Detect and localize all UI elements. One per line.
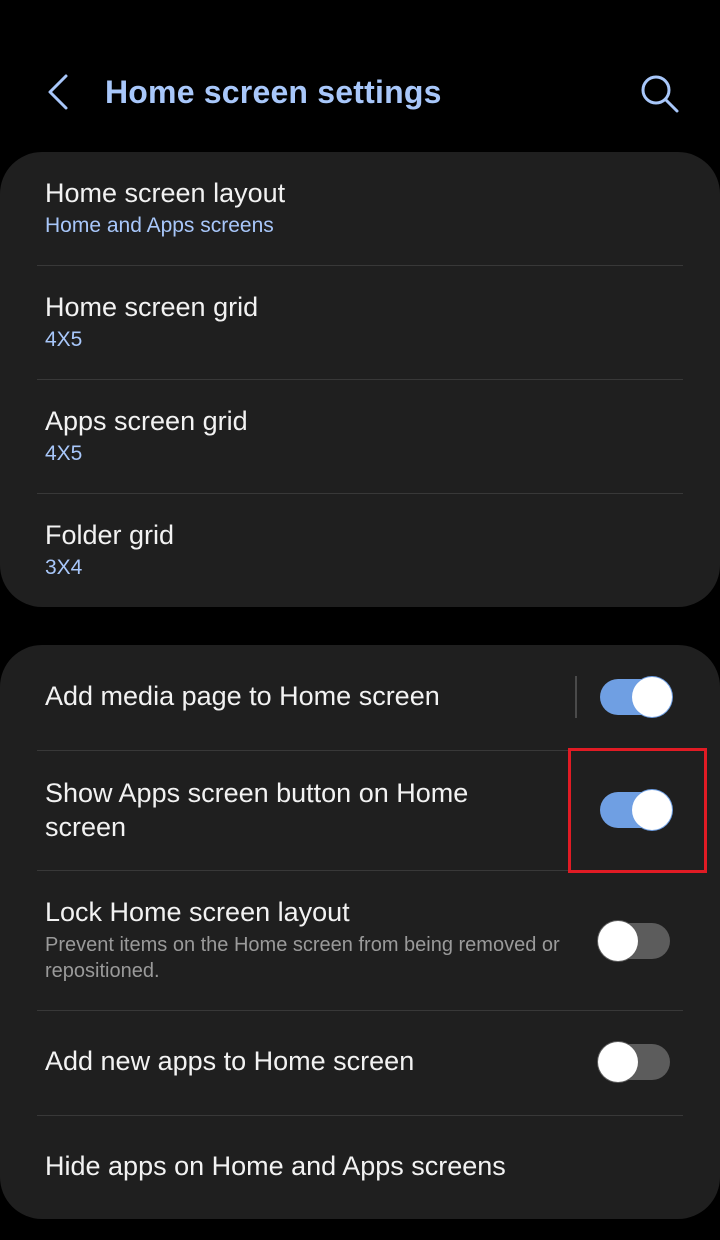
setting-apps-screen-grid[interactable]: Apps screen grid 4X5 bbox=[0, 380, 720, 493]
setting-home-screen-layout[interactable]: Home screen layout Home and Apps screens bbox=[0, 152, 720, 265]
setting-title: Lock Home screen layout bbox=[45, 897, 350, 927]
add-new-apps-toggle[interactable] bbox=[598, 1042, 670, 1082]
add-media-page-toggle[interactable] bbox=[600, 677, 672, 717]
vertical-separator bbox=[575, 676, 577, 718]
toggle-knob bbox=[632, 677, 672, 717]
toggle-knob bbox=[598, 921, 638, 961]
setting-value: 4X5 bbox=[45, 442, 83, 465]
toggle-knob bbox=[598, 1042, 638, 1082]
setting-title: Apps screen grid bbox=[45, 406, 248, 436]
app-bar: Home screen settings bbox=[0, 0, 720, 150]
setting-folder-grid[interactable]: Folder grid 3X4 bbox=[0, 494, 720, 607]
back-button[interactable] bbox=[38, 70, 82, 114]
setting-title: Show Apps screen button on Home screen bbox=[45, 778, 469, 842]
page-title: Home screen settings bbox=[105, 74, 442, 110]
setting-value: Home and Apps screens bbox=[45, 214, 274, 237]
setting-add-media-page[interactable]: Add media page to Home screen bbox=[0, 645, 720, 750]
setting-title: Add media page to Home screen bbox=[45, 681, 440, 711]
toggle-settings-card: Add media page to Home screen Show Apps … bbox=[0, 645, 720, 1219]
search-icon bbox=[641, 75, 679, 113]
setting-hide-apps[interactable]: Hide apps on Home and Apps screens bbox=[0, 1116, 720, 1219]
setting-add-new-apps[interactable]: Add new apps to Home screen bbox=[0, 1011, 720, 1115]
setting-title: Home screen layout bbox=[45, 178, 286, 208]
search-button[interactable] bbox=[636, 70, 682, 116]
setting-title: Folder grid bbox=[45, 520, 175, 550]
lock-layout-toggle[interactable] bbox=[598, 921, 670, 961]
chevron-left-icon bbox=[48, 74, 68, 110]
setting-title: Add new apps to Home screen bbox=[45, 1046, 415, 1076]
highlight-box bbox=[568, 748, 707, 873]
grid-settings-card: Home screen layout Home and Apps screens… bbox=[0, 152, 720, 607]
setting-value: 4X5 bbox=[45, 328, 83, 351]
setting-lock-layout[interactable]: Lock Home screen layout Prevent items on… bbox=[0, 871, 720, 1010]
setting-description: Prevent items on the Home screen from be… bbox=[45, 934, 560, 982]
setting-value: 3X4 bbox=[45, 556, 83, 579]
setting-title: Hide apps on Home and Apps screens bbox=[45, 1151, 506, 1181]
setting-title: Home screen grid bbox=[45, 292, 259, 322]
setting-home-screen-grid[interactable]: Home screen grid 4X5 bbox=[0, 266, 720, 379]
